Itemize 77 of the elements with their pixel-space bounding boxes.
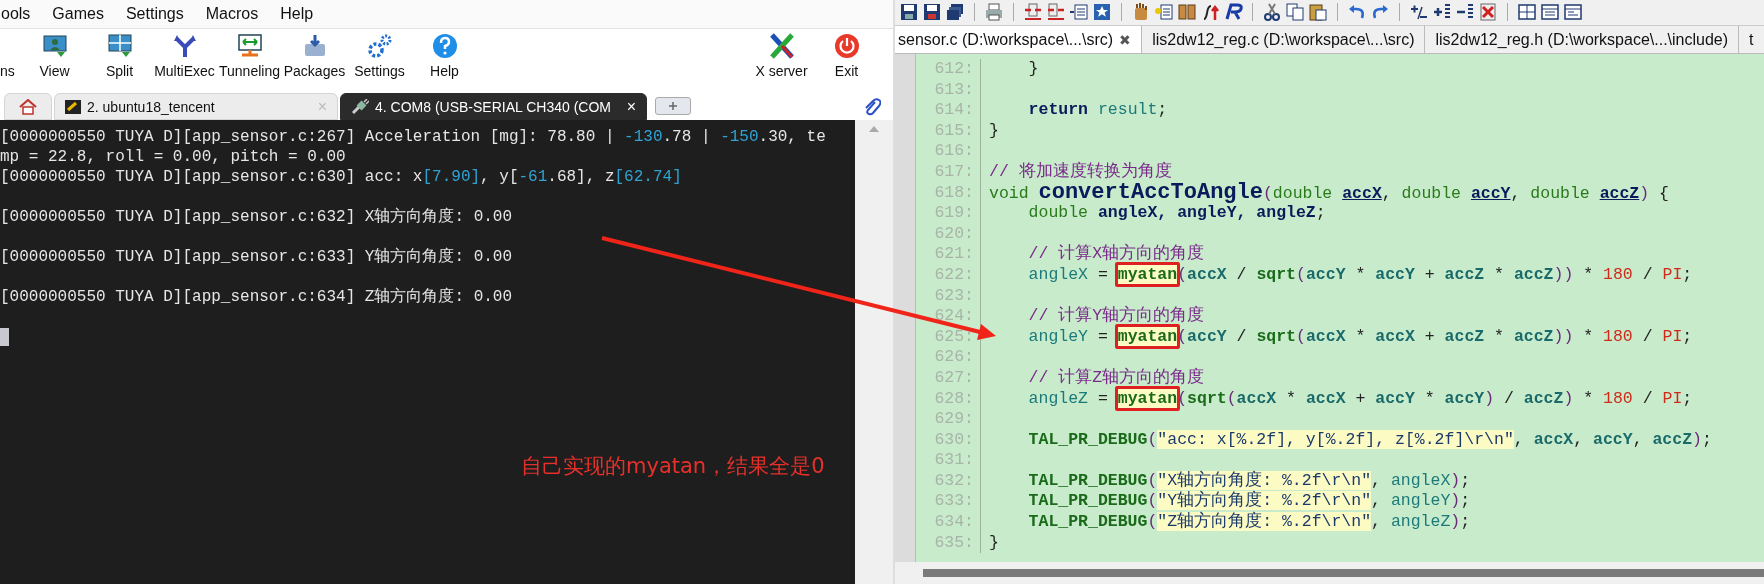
- code-line: angleZ = myatan(sqrt(accX * accX + accY * accY) / accZ) * 180 / PI;: [989, 388, 1693, 410]
- file-tab[interactable]: lis2dw12_reg.h (D:\workspace\...\include): [1425, 25, 1740, 53]
- copy-icon[interactable]: [1285, 1, 1305, 22]
- plug-icon: [351, 98, 369, 115]
- scissors-icon[interactable]: [1262, 1, 1282, 22]
- code-line: // 计算X轴方向的角度: [1027, 244, 1205, 265]
- code-line: TAL_PR_DEBUG("acc: x[%.2f], y[%.2f], z[%.2f]\r\n", accX, accY, accZ);: [1027, 429, 1712, 451]
- toolbar-button[interactable]: Help: [412, 33, 477, 79]
- toolbar-button[interactable]: MultiExec: [152, 33, 217, 79]
- home-icon: [19, 98, 37, 115]
- r-logo-icon[interactable]: [1223, 1, 1243, 22]
- code-line: // 计算Z轴方向的角度: [1027, 367, 1205, 389]
- fork-icon: [171, 33, 198, 59]
- code-line: // 将加速度转换为角度: [989, 161, 1172, 182]
- code-line: angleY = myatan(accY / sqrt(accX * accX + accZ * accZ)) * 180 / PI;: [989, 326, 1693, 348]
- window-icon[interactable]: [1563, 1, 1583, 22]
- book-icon[interactable]: [1177, 1, 1197, 22]
- code-line: }: [1027, 59, 1039, 80]
- code-line: }: [989, 532, 999, 554]
- help-icon: [431, 33, 458, 59]
- annotation-text: 自己实现的myatan，结果全是0: [521, 453, 825, 480]
- code-line: return result;: [1027, 100, 1168, 121]
- terminal-line: [0000000550 TUYA D][app_sensor.c:632] X轴方向角度: 0.00: [0, 207, 514, 227]
- grid-icon[interactable]: [1517, 1, 1537, 22]
- toolbar-button[interactable]: Packages: [282, 33, 347, 79]
- document-icon[interactable]: [1154, 1, 1174, 22]
- code-line: TAL_PR_DEBUG("X轴方向角度: %.2f\r\n", angleX);: [1027, 470, 1471, 490]
- toolbar-button[interactable]: ns: [0, 33, 22, 79]
- menu-item[interactable]: ools: [0, 5, 32, 23]
- paste-icon[interactable]: [1308, 1, 1328, 22]
- terminal-line: [0000000550 TUYA D][app_sensor.c:634] Z轴方向角度: 0.00: [0, 287, 514, 307]
- toolbar-button[interactable]: Exit: [814, 33, 879, 79]
- scrollbar[interactable]: [923, 569, 1764, 577]
- toolbar-button[interactable]: Settings: [347, 33, 412, 79]
- file-tab[interactable]: sensor.c (D:\workspace\...\src) ✖: [895, 25, 1143, 53]
- session-tab[interactable]: 2. ubuntu18_tencent ×: [54, 93, 338, 120]
- new-tab-button[interactable]: [655, 97, 691, 115]
- terminal-line: mp = 22.8, roll = 0.00, pitch = 0.00: [0, 147, 347, 167]
- power-icon: [833, 33, 860, 59]
- menu-item[interactable]: Macros: [204, 5, 260, 23]
- menu-item[interactable]: Settings: [124, 5, 185, 23]
- terminal-line: [0000000550 TUYA D][app_sensor.c:633] Y轴方向角度: 0.00: [0, 247, 514, 267]
- stack-icon[interactable]: [945, 1, 965, 22]
- toolbar-button[interactable]: Tunneling: [217, 33, 282, 79]
- code-line: void convertAccToAngle(double accX, double accY, double accZ) {: [989, 182, 1669, 204]
- cursor: [0, 328, 9, 346]
- toolbar-button[interactable]: Split: [87, 33, 152, 79]
- menu-item[interactable]: Games: [51, 5, 105, 23]
- session-tab[interactable]: [4, 93, 52, 120]
- network-monitor-icon: [236, 33, 263, 59]
- plus-icon: [668, 101, 678, 111]
- code-line: }: [989, 120, 999, 142]
- paperclip-icon[interactable]: [863, 97, 881, 117]
- code-line: angleX = myatan(accX / sqrt(accY * accY + accZ * accZ)) * 180 / PI;: [989, 264, 1693, 286]
- toolbar-button[interactable]: View: [22, 33, 87, 79]
- file-tab[interactable]: lis2dw12_reg.c (D:\workspace\...\src): [1142, 25, 1426, 53]
- terminal-line: [0000000550 TUYA D][app_sensor.c:630] acc: x[7.90], y[-61.68], z[62.74]: [0, 167, 683, 187]
- delete-icon[interactable]: [1478, 1, 1498, 22]
- x-logo-icon: [768, 33, 795, 59]
- session-tab[interactable]: 4. COM8 (USB-SERIAL CH340 (COM ×: [340, 93, 647, 120]
- code-line: // 计算Y轴方向的角度: [1027, 306, 1205, 327]
- save-icon[interactable]: [922, 1, 942, 22]
- window-icon[interactable]: [1540, 1, 1560, 22]
- terminal-icon: [65, 99, 81, 114]
- menu-item[interactable]: Help: [279, 5, 315, 23]
- save-icon[interactable]: [899, 1, 919, 22]
- code-line: TAL_PR_DEBUG("Z轴方向角度: %.2f\r\n", angleZ);: [1027, 512, 1471, 533]
- toolbar-button[interactable]: X server: [749, 33, 814, 79]
- terminal[interactable]: [0, 120, 855, 584]
- list-icon[interactable]: [1069, 1, 1089, 22]
- code-line: double angleX, angleY, angleZ;: [1027, 203, 1326, 224]
- monitor-icon: [41, 33, 68, 59]
- split-window-icon: [106, 33, 133, 59]
- printer-icon[interactable]: [984, 1, 1004, 22]
- gears-icon: [366, 33, 393, 59]
- terminal-line: [0000000550 TUYA D][app_sensor.c:267] Acceleration [mg]: 78.80 | -130.78 | -150.30, te: [0, 127, 827, 147]
- code-line: TAL_PR_DEBUG("Y轴方向角度: %.2f\r\n", angleY);: [1027, 491, 1471, 511]
